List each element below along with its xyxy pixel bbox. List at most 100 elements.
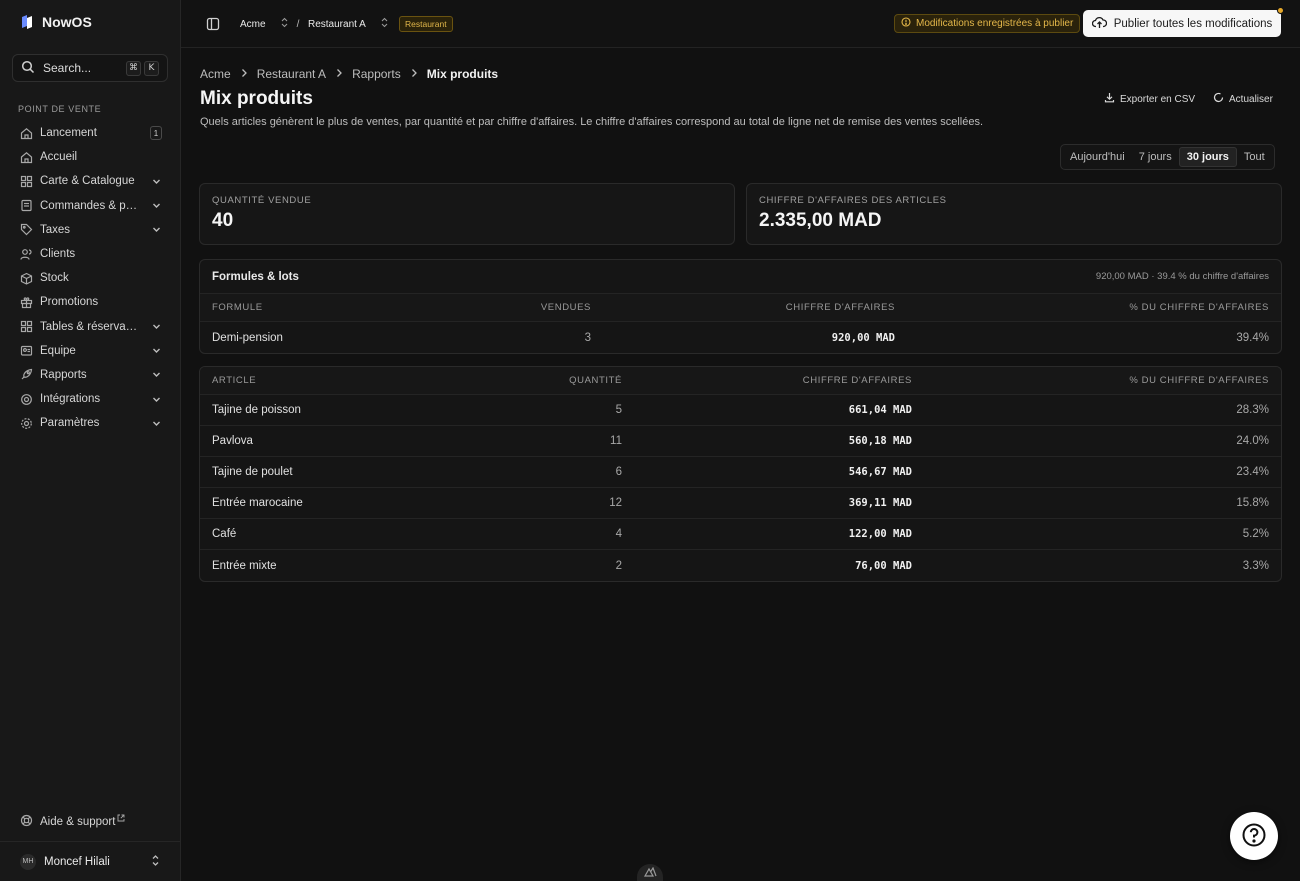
table-row: Demi-pension 3 920,00 MAD 39.4% bbox=[200, 322, 1281, 353]
table-row: Pavlova 11 560,18 MAD 24.0% bbox=[200, 426, 1281, 457]
article-revenue: 661,04 MAD bbox=[848, 404, 912, 416]
article-quantity: 6 bbox=[615, 466, 622, 478]
gift-icon bbox=[20, 296, 33, 309]
user-menu[interactable]: MH Moncef Hilali bbox=[0, 841, 181, 881]
articles-panel: ARTICLE QUANTITÉ CHIFFRE D'AFFAIRES % DU… bbox=[199, 366, 1282, 582]
stat-label: QUANTITÉ VENDUE bbox=[212, 195, 312, 206]
sidebar-item-label: Intégrations bbox=[40, 393, 101, 406]
table-header-row: ARTICLE QUANTITÉ CHIFFRE D'AFFAIRES % DU… bbox=[200, 367, 1281, 395]
breadcrumb: Acme Restaurant A Rapports Mix produits bbox=[200, 67, 498, 81]
export-label: Exporter en CSV bbox=[1120, 93, 1196, 105]
export-csv-button[interactable]: Exporter en CSV bbox=[1104, 92, 1195, 106]
article-name: Entrée mixte bbox=[212, 559, 277, 572]
stat-label: CHIFFRE D'AFFAIRES DES ARTICLES bbox=[759, 195, 947, 206]
chevron-right-icon bbox=[410, 67, 418, 81]
refresh-button[interactable]: Actualiser bbox=[1213, 92, 1273, 106]
chevron-right-icon bbox=[335, 67, 343, 81]
article-name: Tajine de poulet bbox=[212, 466, 293, 478]
sidebar-item-carte-catalogue[interactable]: Carte & Catalogue bbox=[12, 169, 170, 193]
help-button[interactable] bbox=[1230, 812, 1278, 860]
location-switcher[interactable]: Restaurant A bbox=[308, 17, 389, 31]
refresh-label: Actualiser bbox=[1229, 93, 1273, 105]
separator: / bbox=[296, 18, 300, 30]
plug-icon bbox=[20, 393, 33, 406]
sidebar-item-accueil[interactable]: Accueil bbox=[12, 145, 170, 169]
date-range-tabs: Aujourd'hui 7 jours 30 jours Tout bbox=[1060, 144, 1275, 170]
sidebar-item-label: Rapports bbox=[40, 368, 87, 381]
alert-circle-icon bbox=[901, 17, 911, 30]
tab-today[interactable]: Aujourd'hui bbox=[1063, 147, 1132, 167]
brand[interactable]: NowOS bbox=[20, 14, 92, 30]
home-icon bbox=[20, 127, 33, 140]
sidebar-item-taxes[interactable]: Taxes bbox=[12, 218, 170, 242]
chevron-down-icon bbox=[151, 369, 162, 380]
sidebar-item-label: Stock bbox=[40, 272, 69, 285]
org-switcher[interactable]: Acme / bbox=[240, 17, 299, 31]
publish-all-button[interactable]: Publier toutes les modifications bbox=[1083, 7, 1284, 37]
help-support-link[interactable]: Aide & support bbox=[20, 814, 125, 830]
article-share: 5.2% bbox=[1242, 528, 1269, 540]
article-revenue: 560,18 MAD bbox=[848, 435, 912, 447]
column-header: % DU CHIFFRE D'AFFAIRES bbox=[1129, 302, 1269, 313]
sidebar-item-lancement[interactable]: Lancement 1 bbox=[12, 121, 170, 145]
breadcrumb-acme[interactable]: Acme bbox=[200, 67, 231, 81]
search-shortcut: ⌘ K bbox=[126, 60, 159, 76]
bundle-sold: 3 bbox=[584, 331, 591, 344]
lifebuoy-icon bbox=[20, 814, 33, 830]
pending-changes-badge[interactable]: Modifications enregistrées à publier bbox=[894, 14, 1081, 33]
sidebar-item-equipe[interactable]: Équipe bbox=[12, 339, 170, 363]
bundle-revenue: 920,00 MAD bbox=[831, 331, 895, 344]
sidebar-item-integrations[interactable]: Intégrations bbox=[12, 387, 170, 411]
publish-label: Publier toutes les modifications bbox=[1113, 17, 1273, 30]
section-label: POINT DE VENTE bbox=[18, 104, 102, 114]
search-placeholder: Search... bbox=[43, 61, 92, 75]
article-quantity: 11 bbox=[610, 435, 622, 447]
breadcrumb-current: Mix produits bbox=[426, 67, 499, 81]
tab-all[interactable]: Tout bbox=[1237, 147, 1272, 167]
sidebar-item-tables[interactable]: Tables & réservati… bbox=[12, 315, 170, 339]
sidebar-item-stock[interactable]: Stock bbox=[12, 266, 170, 290]
sidebar-item-label: Commandes & pai… bbox=[40, 199, 140, 212]
article-quantity: 2 bbox=[615, 559, 622, 572]
column-header: CHIFFRE D'AFFAIRES bbox=[785, 302, 895, 313]
search-input[interactable]: Search... ⌘ K bbox=[12, 54, 168, 82]
sidebar: NowOS Search... ⌘ K POINT DE VENTE Lance… bbox=[0, 0, 181, 881]
table-row: Tajine de poisson 5 661,04 MAD 28.3% bbox=[200, 395, 1281, 426]
article-share: 15.8% bbox=[1236, 497, 1269, 509]
tag-icon bbox=[20, 223, 33, 236]
breadcrumb-rapports[interactable]: Rapports bbox=[352, 67, 401, 81]
external-link-icon bbox=[117, 813, 125, 825]
triangle-logo-icon bbox=[643, 866, 657, 880]
article-revenue: 122,00 MAD bbox=[848, 528, 912, 540]
page-title: Mix produits bbox=[200, 88, 313, 109]
sidebar-item-label: Clients bbox=[40, 248, 76, 261]
location-name: Restaurant A bbox=[308, 18, 366, 30]
sidebar-item-rapports[interactable]: Rapports bbox=[12, 363, 170, 387]
pending-label: Modifications enregistrées à publier bbox=[916, 18, 1074, 29]
sidebar-item-promotions[interactable]: Promotions bbox=[12, 290, 170, 314]
main-content: Acme Restaurant A Rapports Mix produits … bbox=[181, 49, 1300, 881]
bundles-panel: Formules & lots 920,00 MAD · 39.4 % du c… bbox=[199, 259, 1282, 354]
sidebar-item-label: Paramètres bbox=[40, 417, 100, 430]
chevron-up-down-icon bbox=[280, 17, 289, 31]
sidebar-nav: Lancement 1 Accueil Carte & Catalogue Co… bbox=[12, 121, 170, 435]
sidebar-item-parametres[interactable]: Paramètres bbox=[12, 411, 170, 435]
breadcrumb-restaurant[interactable]: Restaurant A bbox=[257, 67, 326, 81]
tab-7-days[interactable]: 7 jours bbox=[1132, 147, 1179, 167]
question-circle-icon bbox=[1241, 822, 1267, 851]
tab-30-days[interactable]: 30 jours bbox=[1178, 147, 1237, 167]
article-name: Pavlova bbox=[212, 435, 253, 447]
grid-icon bbox=[20, 320, 33, 333]
sidebar-toggle-icon[interactable] bbox=[206, 17, 220, 31]
sidebar-item-commandes[interactable]: Commandes & pai… bbox=[12, 194, 170, 218]
stat-value: 40 bbox=[212, 210, 234, 231]
chevron-up-down-icon bbox=[380, 17, 389, 31]
gear-icon bbox=[20, 417, 33, 430]
search-icon bbox=[21, 60, 35, 77]
id-card-icon bbox=[20, 344, 33, 357]
brand-name: NowOS bbox=[42, 14, 92, 30]
chevron-down-icon bbox=[151, 176, 162, 187]
quantity-sold-card: QUANTITÉ VENDUE 40 bbox=[199, 183, 735, 245]
sidebar-item-clients[interactable]: Clients bbox=[12, 242, 170, 266]
chevron-down-icon bbox=[151, 394, 162, 405]
